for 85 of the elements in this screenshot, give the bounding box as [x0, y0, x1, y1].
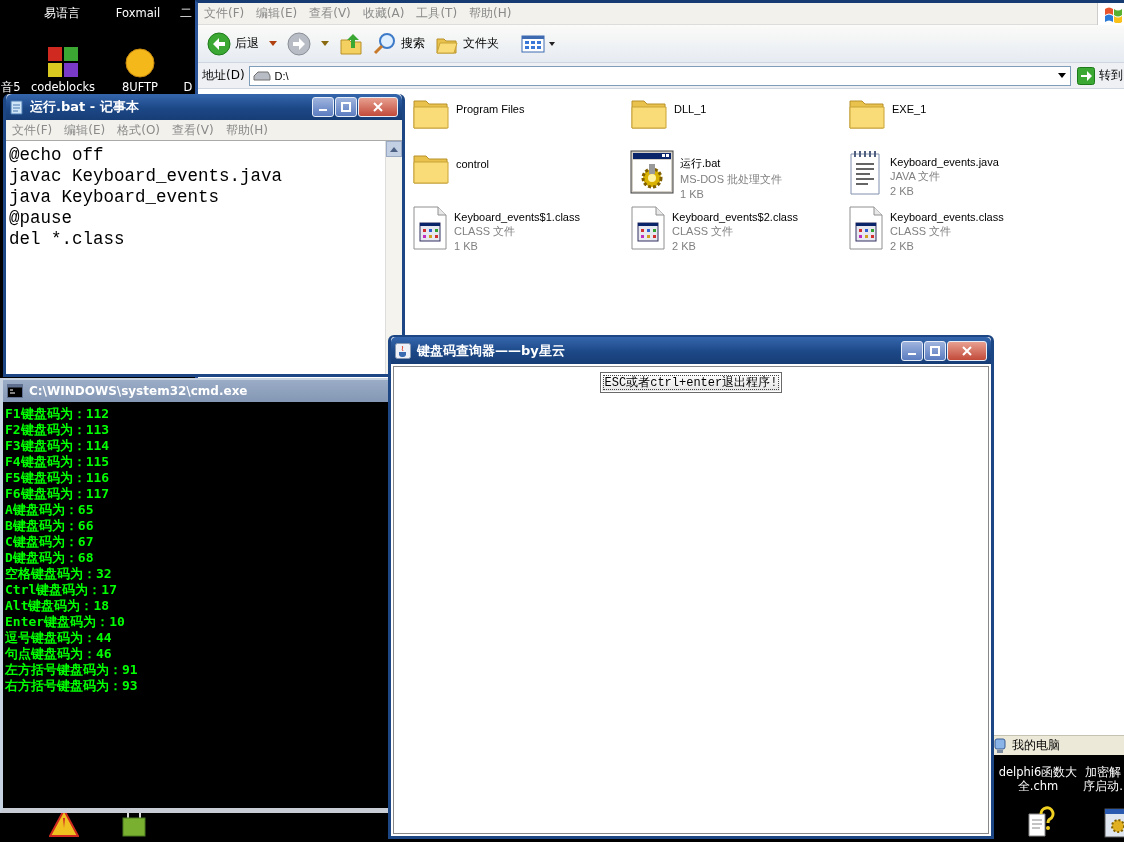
computer-icon: [992, 737, 1008, 754]
window-title: C:\WINDOWS\system32\cmd.exe: [29, 384, 249, 398]
console-line: F2键盘码为：113: [5, 422, 111, 438]
maximize-icon: [930, 345, 940, 356]
back-button[interactable]: 后退: [204, 29, 262, 58]
four-squares-icon: [47, 46, 79, 78]
console-line: Enter键盘码为：10: [5, 614, 126, 630]
address-field[interactable]: D:\: [248, 65, 1071, 86]
caret-icon: [549, 41, 555, 46]
desktop-icon-label[interactable]: D: [183, 80, 193, 94]
window-title: 键盘码查询器——by星云: [417, 341, 566, 360]
close-button[interactable]: [947, 340, 987, 361]
file-item[interactable]: Program Files: [412, 95, 630, 150]
caret-icon: [321, 41, 329, 46]
gear-window-icon: [1104, 808, 1124, 838]
file-item[interactable]: control: [412, 150, 630, 205]
go-button[interactable]: 转到: [1075, 66, 1124, 85]
desktop-icon-label[interactable]: 易语言: [44, 6, 80, 20]
console-line: F5键盘码为：116: [5, 470, 111, 486]
document-window-icon: [412, 205, 448, 251]
caret-icon: [269, 41, 277, 46]
notepad-icon: [10, 99, 24, 115]
minimize-icon: [319, 109, 327, 111]
dropdown-arrow-icon: [1058, 73, 1066, 78]
desktop-icon-label[interactable]: 加密解 序启动.: [1083, 765, 1123, 793]
console-line: 句点键盘码为：46: [5, 646, 113, 662]
maximize-button[interactable]: [924, 340, 946, 361]
close-icon: [962, 345, 972, 356]
console-line: F4键盘码为：115: [5, 454, 111, 470]
folder-up-arrow-icon: [339, 31, 363, 56]
ball-icon: [123, 46, 157, 78]
window-title: 运行.bat - 记事本: [30, 98, 140, 116]
document-window-icon: [630, 205, 666, 251]
desktop-icon-label[interactable]: 8UFTP: [121, 80, 159, 94]
help-document-icon: [1027, 806, 1055, 838]
up-arrow-icon: [390, 146, 398, 152]
search-icon: [373, 31, 397, 56]
file-item[interactable]: DLL_1: [630, 95, 848, 150]
console-line: B键盘码为：66: [5, 518, 95, 534]
console-line: D键盘码为：68: [5, 550, 95, 566]
desktop-icon-label[interactable]: 二: [180, 6, 192, 20]
minimize-button[interactable]: [312, 97, 334, 117]
console-line: A键盘码为：65: [5, 502, 95, 518]
file-item[interactable]: EXE_1: [848, 95, 1066, 150]
console-line: 右方括号键盘码为：93: [5, 678, 139, 694]
desktop-icon-label[interactable]: codeblocks: [30, 80, 96, 94]
folders-button[interactable]: 文件夹: [432, 30, 502, 57]
console-line: F6键盘码为：117: [5, 486, 111, 502]
maximize-icon: [341, 102, 351, 112]
document-window-icon: [848, 205, 884, 251]
desktop-icon-label[interactable]: 音5: [1, 80, 21, 94]
console-icon: [7, 384, 23, 398]
desktop-icon-label[interactable]: delphi6函数大 全.chm: [998, 765, 1078, 793]
console-line: Ctrl键盘码为：17: [5, 582, 118, 598]
drive-icon: [252, 70, 271, 81]
console-line: Alt键盘码为：18: [5, 598, 111, 614]
file-item[interactable]: Keyboard_events.class CLASS 文件 2 KB: [848, 205, 1066, 260]
java-cup-icon: [395, 342, 411, 359]
views-grid-icon: [521, 33, 545, 54]
console-line: C键盘码为：67: [5, 534, 95, 550]
console-line: 空格键盘码为：32: [5, 566, 113, 582]
file-item[interactable]: Keyboard_events.java JAVA 文件 2 KB: [848, 150, 1066, 205]
console-line: F1键盘码为：112: [5, 406, 111, 422]
text-area[interactable]: @echo off javac Keyboard_events.java java Keyboard_events @pause del *.class: [6, 141, 385, 374]
minimize-button[interactable]: [901, 340, 923, 361]
close-button[interactable]: [358, 97, 398, 117]
scroll-up-button[interactable]: [386, 141, 402, 157]
console-line: F3键盘码为：114: [5, 438, 111, 454]
maximize-button[interactable]: [335, 97, 357, 117]
file-item[interactable]: Keyboard_events$1.class CLASS 文件 1 KB: [412, 205, 630, 260]
file-item[interactable]: Keyboard_events$2.class CLASS 文件 2 KB: [630, 205, 848, 260]
forward-dropdown-button[interactable]: [318, 39, 332, 48]
desktop-icon-label[interactable]: Foxmail: [115, 6, 161, 20]
minimize-icon: [908, 352, 916, 355]
gear-window-icon: [630, 150, 674, 194]
forward-button[interactable]: [284, 29, 314, 58]
exit-button[interactable]: ESC或者ctrl+enter退出程序!: [599, 372, 783, 393]
close-icon: [373, 102, 383, 112]
console-line: 左方括号键盘码为：91: [5, 662, 139, 678]
address-label: 地址(D): [202, 67, 245, 84]
status-text: 我的电脑: [1012, 737, 1060, 754]
console-line: 逗号键盘码为：44: [5, 630, 113, 646]
search-button[interactable]: 搜索: [370, 29, 428, 58]
file-item[interactable]: 运行.bat MS-DOS 批处理文件 1 KB: [630, 150, 848, 205]
back-dropdown-button[interactable]: [266, 39, 280, 48]
